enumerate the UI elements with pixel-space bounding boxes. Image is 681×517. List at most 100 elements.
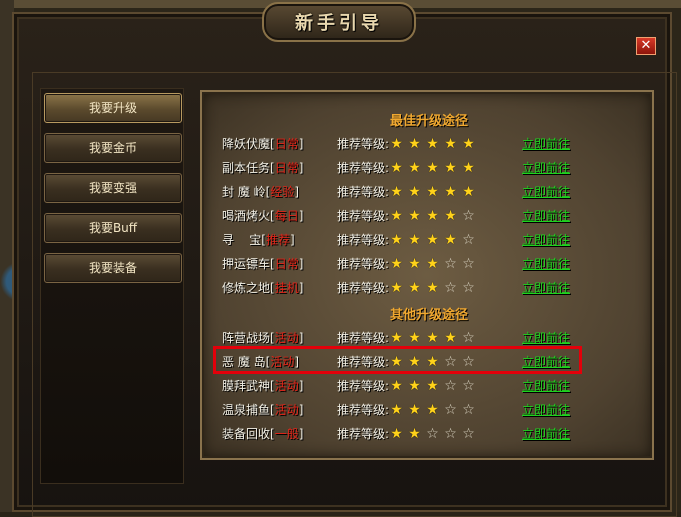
star-rating: ★ ★ ★ ★ ★ <box>389 182 476 202</box>
star-empty-icon: ☆ <box>462 402 475 418</box>
go-now-link[interactable]: 立即前往 <box>522 230 570 250</box>
star-rating: ★ ★ ★ ☆ ☆ <box>389 254 476 274</box>
star-filled-icon: ★ <box>408 136 421 152</box>
star-empty-icon: ☆ <box>462 426 475 442</box>
go-now-link[interactable]: 立即前往 <box>522 182 570 202</box>
menu-item-stronger[interactable]: 我要变强 <box>44 173 182 203</box>
route-tag: 每日 <box>274 209 299 223</box>
bracket: ] <box>298 281 304 295</box>
star-filled-icon: ★ <box>462 160 475 176</box>
route-row: 装备回收[一般] 推荐等级: ★ ★ ☆ ☆ ☆ 立即前往 <box>222 424 642 444</box>
route-name: 押运镖车[日常] <box>222 254 303 274</box>
star-empty-icon: ☆ <box>462 280 475 296</box>
route-name: 装备回收[一般] <box>222 424 303 444</box>
go-now-link[interactable]: 立即前往 <box>522 278 570 298</box>
route-name-text: 膜拜武神 <box>222 379 271 393</box>
go-now-link[interactable]: 立即前往 <box>522 134 570 154</box>
route-row: 降妖伏魔[日常] 推荐等级: ★ ★ ★ ★ ★ 立即前往 <box>222 134 642 154</box>
guide-panel: 最佳升级途径 降妖伏魔[日常] 推荐等级: ★ ★ ★ ★ ★ 立即前往 副本任务[日常] 推荐等… <box>200 90 654 460</box>
star-filled-icon: ★ <box>426 232 439 248</box>
bracket: ] <box>298 427 304 441</box>
route-name-text: 寻 宝 <box>222 233 262 247</box>
recommended-level-label: 推荐等级: <box>337 185 390 199</box>
route-name: 修炼之地[挂机] <box>222 278 303 298</box>
star-filled-icon: ★ <box>408 184 421 200</box>
recommended-level-label: 推荐等级: <box>337 257 390 271</box>
route-name-text: 降妖伏魔 <box>222 137 271 151</box>
star-filled-icon: ★ <box>408 160 421 176</box>
star-rating: ★ ★ ☆ ☆ ☆ <box>389 424 476 444</box>
route-tag: 日常 <box>274 257 299 271</box>
menu-item-gold[interactable]: 我要金币 <box>44 133 182 163</box>
go-now-link[interactable]: 立即前往 <box>522 206 570 226</box>
go-now-link[interactable]: 立即前往 <box>522 254 570 274</box>
left-menu: 我要升级 我要金币 我要变强 我要Buff 我要装备 <box>40 88 184 484</box>
star-rating: ★ ★ ★ ☆ ☆ <box>389 400 476 420</box>
route-row: 修炼之地[挂机] 推荐等级: ★ ★ ★ ☆ ☆ 立即前往 <box>222 278 642 298</box>
route-row: 膜拜武神[活动] 推荐等级: ★ ★ ★ ☆ ☆ 立即前往 <box>222 376 642 396</box>
recommended-level-label: 推荐等级: <box>337 281 390 295</box>
star-filled-icon: ★ <box>426 280 439 296</box>
bracket: ] <box>298 209 304 223</box>
recommended-level-label: 推荐等级: <box>337 331 390 345</box>
star-filled-icon: ★ <box>408 208 421 224</box>
route-tag: 日常 <box>274 161 299 175</box>
bracket: ] <box>298 403 304 417</box>
star-filled-icon: ★ <box>408 232 421 248</box>
star-filled-icon: ★ <box>462 136 475 152</box>
close-icon: ✕ <box>640 38 652 53</box>
go-now-link[interactable]: 立即前往 <box>522 158 570 178</box>
star-rating: ★ ★ ★ ★ ☆ <box>389 206 476 226</box>
bracket: ] <box>298 331 304 345</box>
star-filled-icon: ★ <box>462 184 475 200</box>
star-rating: ★ ★ ★ ★ ★ <box>389 134 476 154</box>
route-name-text: 温泉捕鱼 <box>222 403 271 417</box>
recommended-level-label: 推荐等级: <box>337 379 390 393</box>
route-tag: 推荐 <box>265 233 290 247</box>
recommended-level-label: 推荐等级: <box>337 427 390 441</box>
star-filled-icon: ★ <box>444 232 457 248</box>
route-name-text: 装备回收 <box>222 427 271 441</box>
star-filled-icon: ★ <box>390 136 403 152</box>
star-rating: ★ ★ ★ ★ ☆ <box>389 230 476 250</box>
route-name: 降妖伏魔[日常] <box>222 134 303 154</box>
bracket: ] <box>298 379 304 393</box>
highlight-box <box>213 346 582 374</box>
menu-item-buff[interactable]: 我要Buff <box>44 213 182 243</box>
route-tag: 挂机 <box>274 281 299 295</box>
route-name-text: 副本任务 <box>222 161 271 175</box>
go-now-link[interactable]: 立即前往 <box>522 376 570 396</box>
route-tag: 活动 <box>274 403 299 417</box>
recommended-level-label: 推荐等级: <box>337 161 390 175</box>
star-filled-icon: ★ <box>390 402 403 418</box>
star-filled-icon: ★ <box>408 256 421 272</box>
route-tag: 活动 <box>274 331 299 345</box>
go-now-link[interactable]: 立即前往 <box>522 424 570 444</box>
route-name-text: 押运镖车 <box>222 257 271 271</box>
star-filled-icon: ★ <box>390 378 403 394</box>
star-filled-icon: ★ <box>390 280 403 296</box>
route-row: 押运镖车[日常] 推荐等级: ★ ★ ★ ☆ ☆ 立即前往 <box>222 254 642 274</box>
star-rating: ★ ★ ★ ☆ ☆ <box>389 278 476 298</box>
menu-item-level-up[interactable]: 我要升级 <box>44 93 182 123</box>
star-filled-icon: ★ <box>426 402 439 418</box>
star-empty-icon: ☆ <box>462 256 475 272</box>
star-filled-icon: ★ <box>426 330 439 346</box>
star-empty-icon: ☆ <box>426 426 439 442</box>
route-row: 副本任务[日常] 推荐等级: ★ ★ ★ ★ ★ 立即前往 <box>222 158 642 178</box>
star-filled-icon: ★ <box>390 426 403 442</box>
star-empty-icon: ☆ <box>444 402 457 418</box>
route-name-text: 喝酒烤火 <box>222 209 271 223</box>
star-filled-icon: ★ <box>390 184 403 200</box>
menu-item-equipment[interactable]: 我要装备 <box>44 253 182 283</box>
star-filled-icon: ★ <box>444 330 457 346</box>
title-plate: 新手引导 <box>262 2 416 42</box>
go-now-link[interactable]: 立即前往 <box>522 400 570 420</box>
go-now-link[interactable]: 立即前往 <box>522 328 570 348</box>
route-name: 阵营战场[活动] <box>222 328 303 348</box>
star-filled-icon: ★ <box>426 208 439 224</box>
route-name-text: 阵营战场 <box>222 331 271 345</box>
recommended-level-label: 推荐等级: <box>337 403 390 417</box>
close-button[interactable]: ✕ <box>636 37 656 55</box>
bracket: ] <box>294 185 300 199</box>
